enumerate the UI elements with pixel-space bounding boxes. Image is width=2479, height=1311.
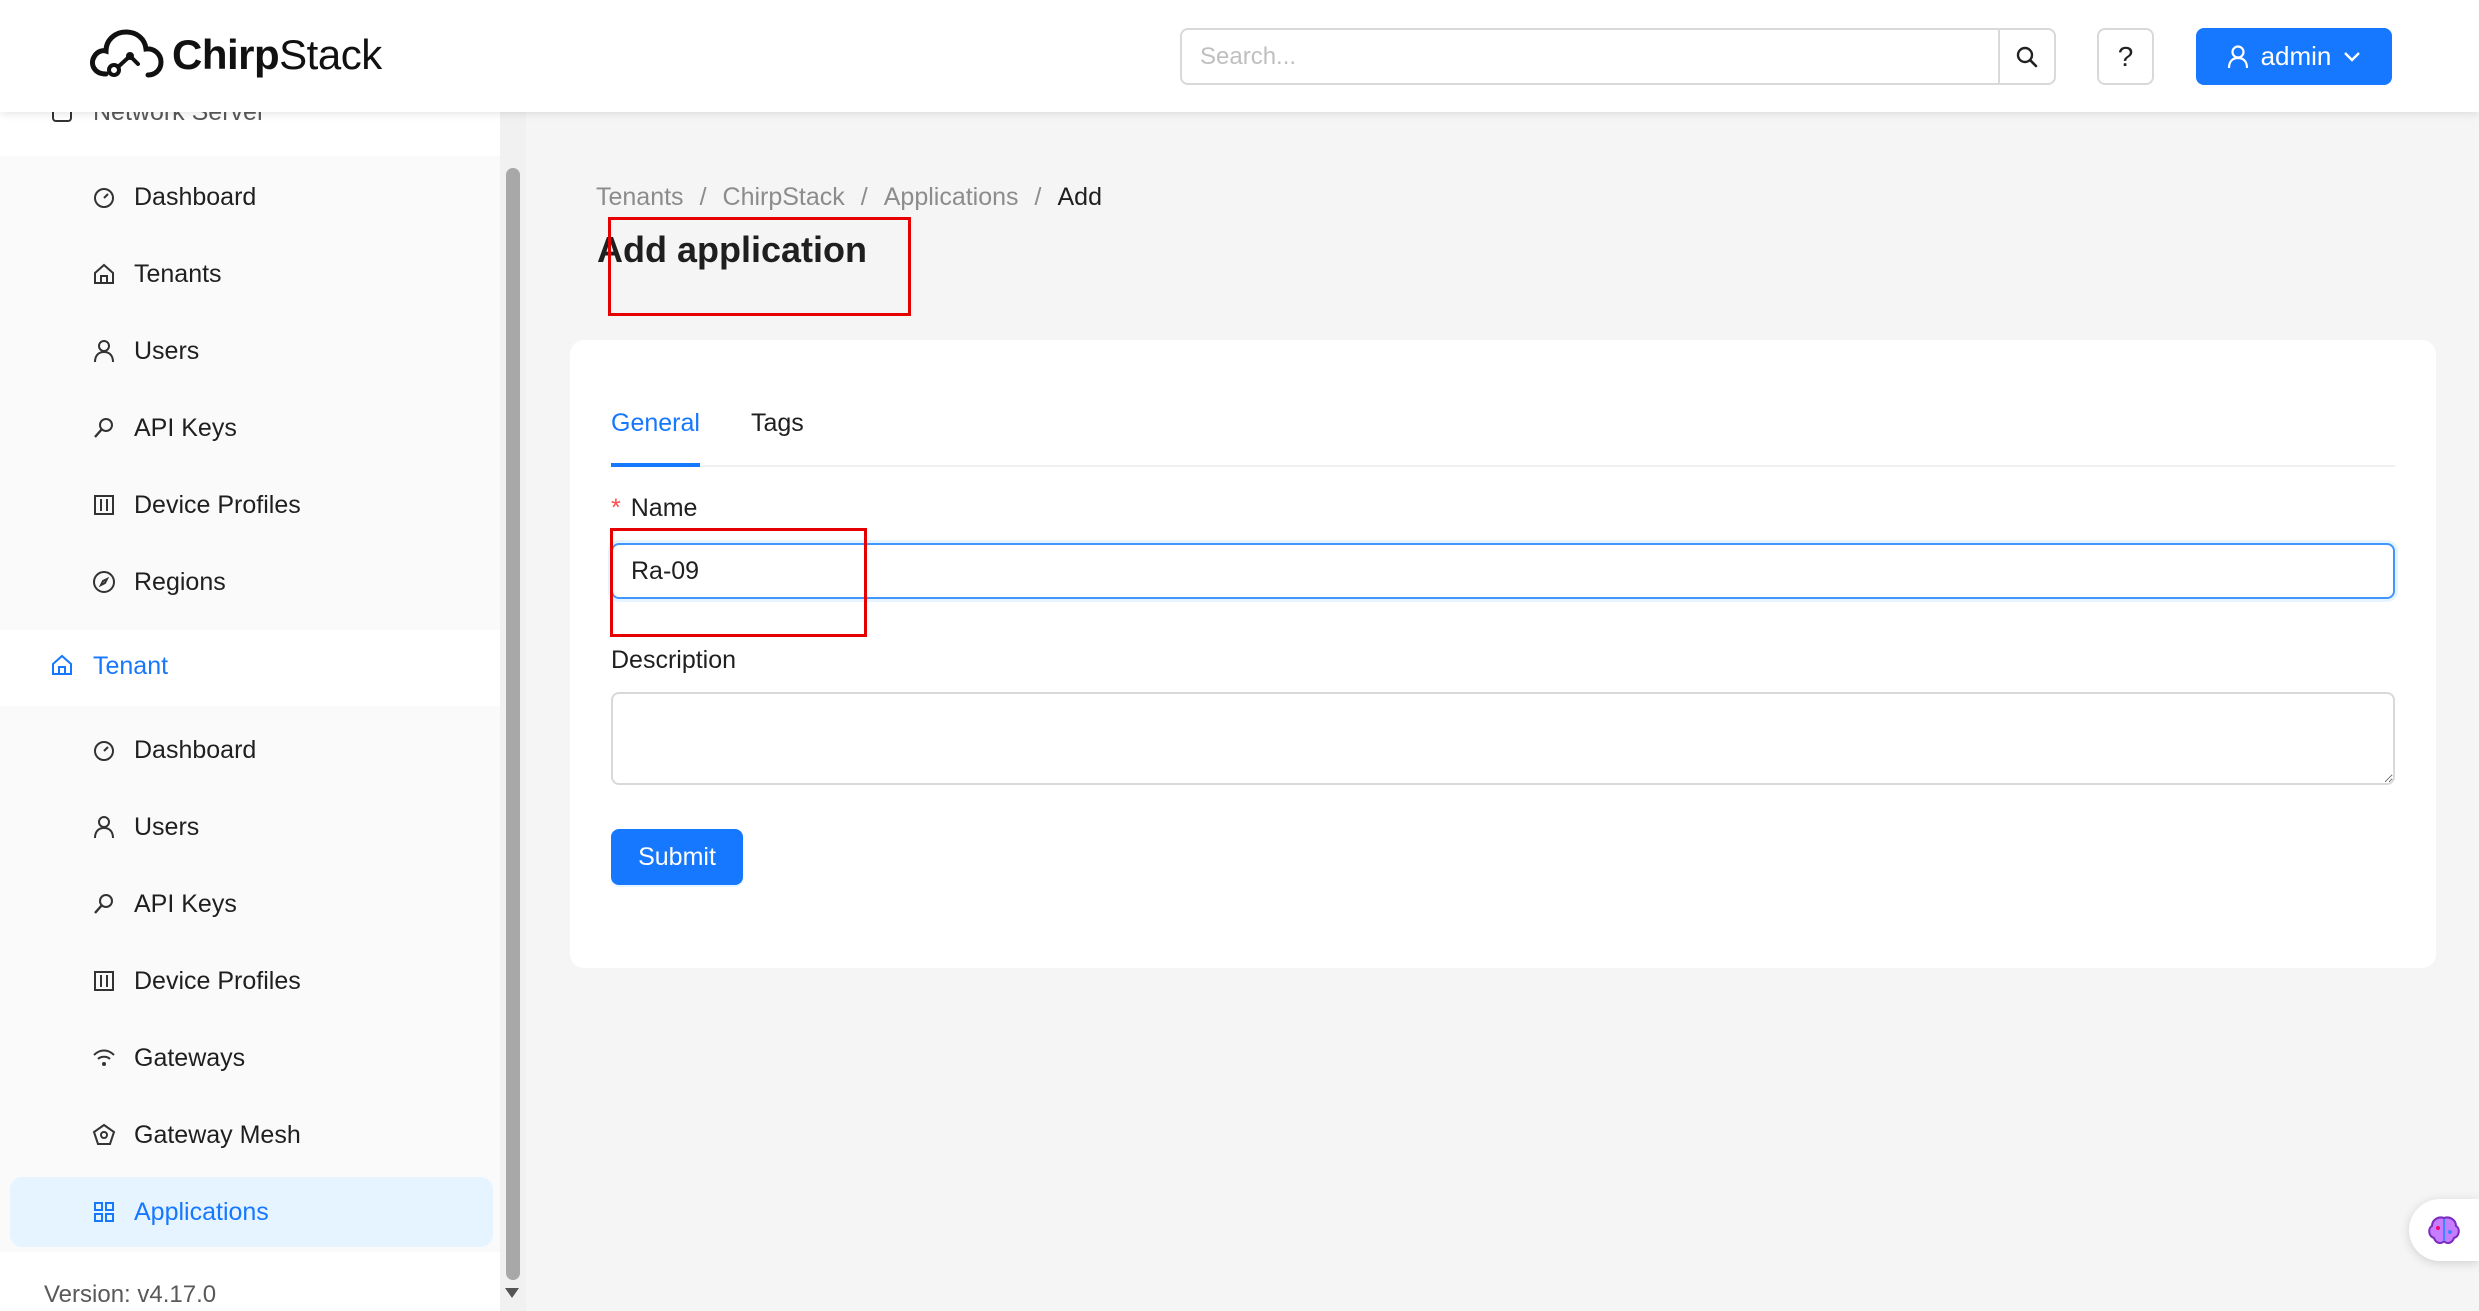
sidebar-item-tenant-users[interactable]: Users [10, 792, 493, 862]
key-icon [94, 894, 113, 914]
cloud-logo-icon [90, 29, 164, 78]
annotation-box-name [610, 528, 867, 637]
chevron-down-icon [2344, 51, 2361, 62]
help-button[interactable]: ? [2097, 28, 2154, 85]
breadcrumb-chirpstack[interactable]: ChirpStack [723, 183, 845, 212]
breadcrumb-separator: / [699, 183, 707, 211]
sidebar-item-ns-device-profiles[interactable]: Device Profiles [10, 470, 493, 540]
assistant-widget[interactable] [2409, 1199, 2479, 1261]
control-icon [94, 971, 114, 991]
description-textarea[interactable] [611, 692, 2395, 785]
breadcrumb-add: Add [1057, 183, 1102, 211]
dashboard-icon [94, 741, 114, 761]
top-header: ChirpStack ? admin [0, 0, 2479, 112]
breadcrumb: Tenants / ChirpStack / Applications / Ad… [596, 183, 1102, 212]
sidebar-item-tenant-device-profiles[interactable]: Device Profiles [10, 946, 493, 1016]
search-input[interactable] [1182, 30, 1998, 83]
radar-icon [92, 1123, 116, 1145]
sidebar-item-ns-users[interactable]: Users [10, 316, 493, 386]
sidebar-item-ns-api-keys[interactable]: API Keys [10, 393, 493, 463]
sidebar-item-ns-dashboard[interactable]: Dashboard [10, 162, 493, 232]
sidebar-item-tenant-api-keys[interactable]: API Keys [10, 869, 493, 939]
help-icon: ? [2117, 40, 2134, 72]
sidebar-item-ns-tenants[interactable]: Tenants [10, 239, 493, 309]
tab-tags[interactable]: Tags [751, 404, 804, 467]
global-search [1180, 28, 2056, 85]
breadcrumb-separator: / [1034, 183, 1042, 211]
sidebar-item-tenant-dashboard[interactable]: Dashboard [10, 715, 493, 785]
form-tabs: General Tags [611, 404, 2395, 467]
home-icon [52, 654, 72, 675]
annotation-box-title [608, 217, 911, 316]
form-card: General Tags *Name Description Submit [570, 340, 2436, 968]
database-icon [52, 112, 72, 122]
sidebar-group-tenant[interactable]: Tenant [0, 630, 500, 700]
control-icon [94, 495, 114, 515]
appstore-icon [94, 1202, 114, 1222]
breadcrumb-applications[interactable]: Applications [884, 183, 1019, 212]
chirpstack-logo[interactable]: ChirpStack [88, 26, 382, 84]
name-input[interactable] [611, 543, 2395, 599]
sidebar-item-tenant-gateways[interactable]: Gateways [10, 1023, 493, 1093]
search-button[interactable] [1998, 30, 2054, 83]
brain-icon [2428, 1216, 2460, 1244]
user-icon [94, 340, 114, 363]
name-label: * Name [611, 494, 698, 522]
submit-button[interactable]: Submit [611, 829, 743, 885]
sidebar-group-label: Network Server [93, 112, 266, 126]
sidebar: Network Server Dashboard Tenants Users A… [0, 112, 526, 1311]
compass-icon [93, 571, 115, 593]
sidebar-scrollbar-thumb[interactable] [506, 168, 520, 1280]
dashboard-icon [94, 188, 114, 208]
scroll-down-arrow-icon[interactable] [505, 1288, 519, 1298]
logo-text: ChirpStack [172, 31, 382, 78]
sidebar-group-network-server[interactable]: Network Server [0, 112, 500, 138]
version-text: Version: v4.17.0 [44, 1281, 217, 1308]
key-icon [94, 418, 113, 438]
breadcrumb-separator: / [860, 183, 868, 211]
user-menu-button[interactable]: admin [2196, 28, 2392, 85]
user-icon [94, 816, 114, 839]
sidebar-item-tenant-applications[interactable]: Applications [10, 1177, 493, 1247]
user-icon [2227, 44, 2248, 68]
wifi-icon [93, 1049, 115, 1066]
breadcrumb-tenants[interactable]: Tenants [596, 183, 684, 212]
user-name: admin [2260, 41, 2332, 71]
sidebar-group-label: Tenant [93, 652, 169, 680]
required-mark: * [611, 494, 621, 522]
tab-general[interactable]: General [611, 404, 700, 467]
sidebar-item-ns-regions[interactable]: Regions [10, 547, 493, 617]
description-label: Description [611, 646, 737, 674]
search-icon [2016, 46, 2038, 67]
home-icon [94, 263, 114, 284]
sidebar-item-tenant-gateway-mesh[interactable]: Gateway Mesh [10, 1100, 493, 1170]
